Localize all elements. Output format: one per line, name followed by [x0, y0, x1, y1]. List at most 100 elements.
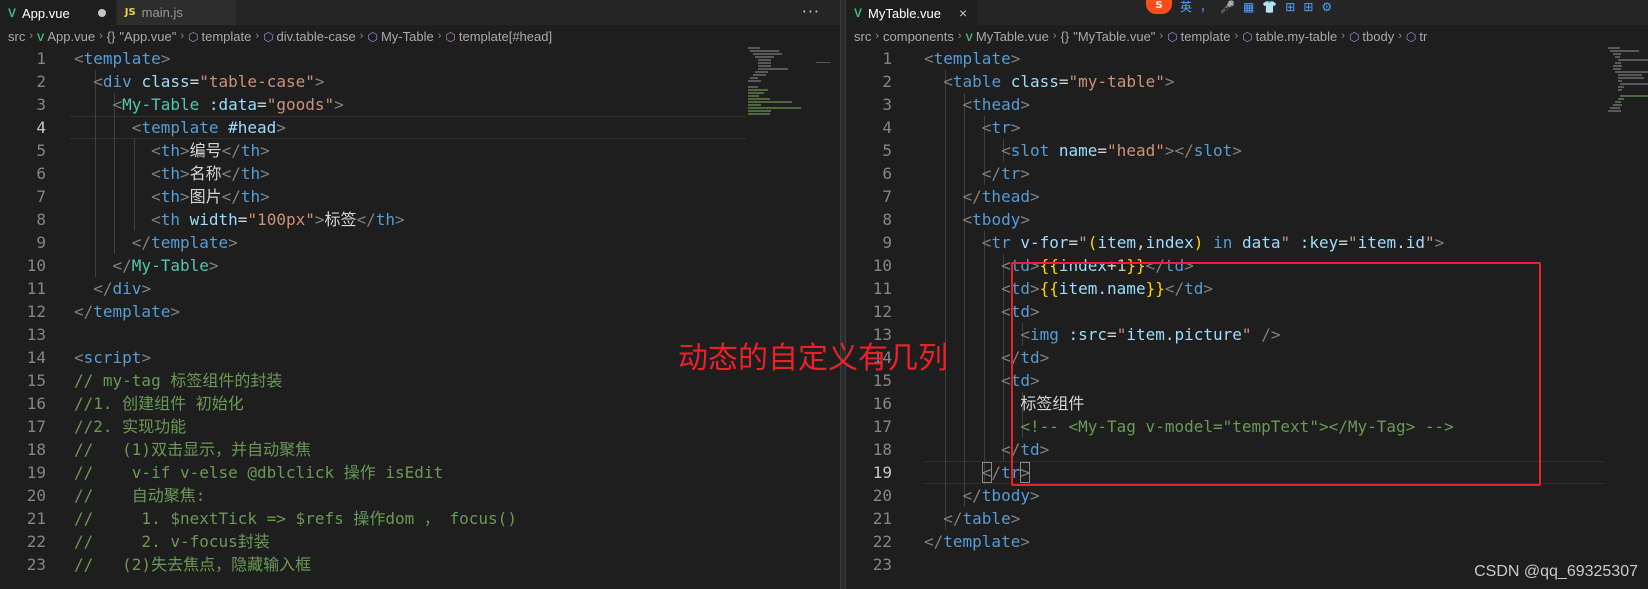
- unsaved-dot-icon[interactable]: [97, 9, 106, 17]
- line-number[interactable]: 10: [846, 254, 892, 277]
- breadcrumb-item[interactable]: {} "App.vue": [107, 29, 177, 44]
- code-line[interactable]: 12 </template>: [0, 300, 840, 323]
- line-number[interactable]: 7: [846, 185, 892, 208]
- line-number[interactable]: 9: [0, 231, 46, 254]
- code-line[interactable]: 21 // 1. $nextTick => $refs 操作dom ， focus…: [0, 507, 840, 530]
- tab-mytable-vue[interactable]: V MyTable.vue ×: [846, 0, 979, 25]
- code-line[interactable]: 5 <slot name="head"></slot>: [846, 139, 1648, 162]
- code-line[interactable]: 23 // (2)失去焦点，隐藏输入框: [0, 553, 840, 576]
- code-line[interactable]: 6 </tr>: [846, 162, 1648, 185]
- code-line[interactable]: 8 <tbody>: [846, 208, 1648, 231]
- breadcrumb-item[interactable]: {} "MyTable.vue": [1061, 29, 1156, 44]
- line-number[interactable]: 21: [0, 507, 46, 530]
- breadcrumb-item[interactable]: components: [883, 29, 954, 44]
- minimap[interactable]: [748, 47, 824, 247]
- code-line[interactable]: 18 // (1)双击显示，并自动聚焦: [0, 438, 840, 461]
- line-number[interactable]: 10: [0, 254, 46, 277]
- breadcrumb-item[interactable]: ⬡ tbody: [1349, 29, 1394, 44]
- code-line[interactable]: 17 //2. 实现功能: [0, 415, 840, 438]
- microphone-icon[interactable]: 🎤: [1220, 1, 1235, 13]
- close-icon[interactable]: ×: [959, 5, 967, 21]
- line-number[interactable]: 14: [0, 346, 46, 369]
- line-number[interactable]: 2: [0, 70, 46, 93]
- line-number[interactable]: 5: [0, 139, 46, 162]
- code-line[interactable]: 20 // 自动聚焦:: [0, 484, 840, 507]
- code-line[interactable]: 1 <template>: [0, 47, 840, 70]
- line-number[interactable]: 12: [846, 300, 892, 323]
- code-line[interactable]: 19 // v-if v-else @dblclick 操作 isEdit: [0, 461, 840, 484]
- line-number[interactable]: 23: [0, 553, 46, 576]
- line-number[interactable]: 19: [846, 461, 892, 484]
- line-number[interactable]: 8: [0, 208, 46, 231]
- breadcrumb-item[interactable]: ⬡ template: [1167, 29, 1230, 44]
- code-line[interactable]: 21 </table>: [846, 507, 1648, 530]
- line-number[interactable]: 22: [0, 530, 46, 553]
- code-line[interactable]: 3 <My-Table :data="goods">: [0, 93, 840, 116]
- line-number[interactable]: 5: [846, 139, 892, 162]
- scrollbar-marker[interactable]: [816, 62, 830, 63]
- code-line[interactable]: 4 <tr>: [846, 116, 1648, 139]
- code-line[interactable]: 11 </div>: [0, 277, 840, 300]
- code-line[interactable]: 22 // 2. v-focus封装: [0, 530, 840, 553]
- breadcrumb-item[interactable]: ⬡ My-Table: [367, 29, 433, 44]
- line-number[interactable]: 9: [846, 231, 892, 254]
- line-number[interactable]: 16: [846, 392, 892, 415]
- more-actions-icon[interactable]: ···: [802, 2, 820, 21]
- line-number[interactable]: 7: [0, 185, 46, 208]
- code-line[interactable]: 4 <template #head>: [0, 116, 840, 139]
- line-number[interactable]: 2: [846, 70, 892, 93]
- line-number[interactable]: 4: [846, 116, 892, 139]
- breadcrumb-item[interactable]: ⬡ div.table-case: [263, 29, 356, 44]
- line-number[interactable]: 20: [0, 484, 46, 507]
- line-number[interactable]: 6: [846, 162, 892, 185]
- ime-punct-toggle[interactable]: ，: [1200, 1, 1212, 13]
- line-number[interactable]: 17: [0, 415, 46, 438]
- tab-main-js[interactable]: JS main.js: [116, 0, 237, 25]
- line-number[interactable]: 22: [846, 530, 892, 553]
- breadcrumb-item[interactable]: V App.vue: [37, 29, 95, 44]
- toolbox-icon[interactable]: ⊞: [1285, 1, 1295, 13]
- line-number[interactable]: 3: [0, 93, 46, 116]
- code-line[interactable]: 9 <tr v-for="(item,index) in data" :key=…: [846, 231, 1648, 254]
- line-number[interactable]: 1: [846, 47, 892, 70]
- code-line[interactable]: 2 <div class="table-case">: [0, 70, 840, 93]
- line-number[interactable]: 11: [846, 277, 892, 300]
- code-line[interactable]: 9 </template>: [0, 231, 840, 254]
- code-line[interactable]: 1 <template>: [846, 47, 1648, 70]
- breadcrumb-item[interactable]: V MyTable.vue: [966, 29, 1049, 44]
- code-line[interactable]: 5 <th>编号</th>: [0, 139, 840, 162]
- breadcrumb-item[interactable]: src: [854, 29, 871, 44]
- code-line[interactable]: 8 <th width="100px">标签</th>: [0, 208, 840, 231]
- sogou-logo-icon[interactable]: S: [1146, 0, 1172, 14]
- line-number[interactable]: 23: [846, 553, 892, 576]
- line-number[interactable]: 1: [0, 47, 46, 70]
- grid-icon[interactable]: ⊞: [1303, 1, 1313, 13]
- line-number[interactable]: 18: [0, 438, 46, 461]
- breadcrumb-item[interactable]: ⬡ tr: [1406, 29, 1427, 44]
- line-number[interactable]: 13: [0, 323, 46, 346]
- code-line[interactable]: 22 </template>: [846, 530, 1648, 553]
- minimap[interactable]: [1608, 47, 1648, 247]
- code-editor[interactable]: 1 <template> 2 <div class="table-case"> 3 <…: [0, 47, 840, 589]
- settings-icon[interactable]: ⚙: [1321, 1, 1332, 13]
- ime-lang-toggle[interactable]: 英: [1180, 1, 1192, 13]
- breadcrumb-item[interactable]: ⬡ template: [188, 29, 251, 44]
- code-line[interactable]: 6 <th>名称</th>: [0, 162, 840, 185]
- code-line[interactable]: 10 </My-Table>: [0, 254, 840, 277]
- breadcrumb-item[interactable]: src: [8, 29, 25, 44]
- breadcrumb-item[interactable]: ⬡ template[#head]: [445, 29, 552, 44]
- code-line[interactable]: 7 <th>图片</th>: [0, 185, 840, 208]
- code-line[interactable]: 20 </tbody>: [846, 484, 1648, 507]
- tab-app-vue[interactable]: V App.vue: [0, 0, 117, 25]
- line-number[interactable]: 3: [846, 93, 892, 116]
- code-line[interactable]: 2 <table class="my-table">: [846, 70, 1648, 93]
- line-number[interactable]: 19: [0, 461, 46, 484]
- line-number[interactable]: 18: [846, 438, 892, 461]
- line-number[interactable]: 11: [0, 277, 46, 300]
- line-number[interactable]: 8: [846, 208, 892, 231]
- line-number[interactable]: 4: [0, 116, 46, 139]
- code-line[interactable]: 7 </thead>: [846, 185, 1648, 208]
- line-number[interactable]: 15: [0, 369, 46, 392]
- breadcrumb-item[interactable]: ⬡ table.my-table: [1242, 29, 1337, 44]
- line-number[interactable]: 21: [846, 507, 892, 530]
